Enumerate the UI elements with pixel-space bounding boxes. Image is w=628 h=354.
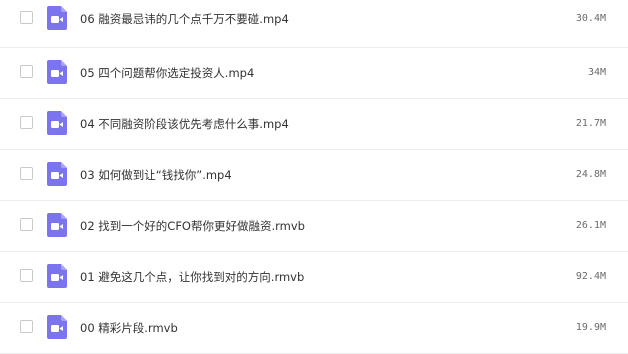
- file-checkbox[interactable]: [20, 320, 33, 333]
- file-row[interactable]: 03 如何做到让“钱找你”.mp4 24.8M: [0, 150, 628, 201]
- file-name[interactable]: 00 精彩片段.rmvb: [80, 319, 178, 337]
- file-size: 92.4M: [575, 271, 606, 282]
- file-name[interactable]: 01 避免这几个点，让你找到对的方向.rmvb: [80, 268, 304, 286]
- video-file-icon: [47, 60, 67, 84]
- video-file-icon: [47, 264, 67, 288]
- video-file-icon: [47, 315, 67, 339]
- file-name[interactable]: 05 四个问题帮你选定投资人.mp4: [80, 64, 254, 82]
- file-checkbox[interactable]: [20, 218, 33, 231]
- file-checkbox[interactable]: [20, 65, 33, 78]
- video-file-icon: [47, 6, 67, 30]
- file-row[interactable]: 05 四个问题帮你选定投资人.mp4 34M: [0, 48, 628, 99]
- file-name[interactable]: 03 如何做到让“钱找你”.mp4: [80, 166, 232, 184]
- file-checkbox[interactable]: [20, 269, 33, 282]
- file-checkbox[interactable]: [20, 116, 33, 129]
- file-row[interactable]: 01 避免这几个点，让你找到对的方向.rmvb 92.4M: [0, 252, 628, 303]
- file-name[interactable]: 06 融资最忌讳的几个点千万不要碰.mp4: [80, 10, 289, 28]
- video-file-icon: [47, 111, 67, 135]
- file-size: 24.8M: [575, 169, 606, 180]
- file-size: 21.7M: [575, 118, 606, 129]
- file-row[interactable]: 06 融资最忌讳的几个点千万不要碰.mp4 30.4M: [0, 0, 628, 48]
- file-row[interactable]: 04 不同融资阶段该优先考虑什么事.mp4 21.7M: [0, 99, 628, 150]
- file-name[interactable]: 02 找到一个好的CFO帮你更好做融资.rmvb: [80, 217, 305, 235]
- file-size: 26.1M: [575, 220, 606, 231]
- file-row[interactable]: 00 精彩片段.rmvb 19.9M: [0, 303, 628, 354]
- file-name[interactable]: 04 不同融资阶段该优先考虑什么事.mp4: [80, 115, 289, 133]
- file-row[interactable]: 02 找到一个好的CFO帮你更好做融资.rmvb 26.1M: [0, 201, 628, 252]
- file-size: 34M: [587, 67, 606, 78]
- file-size: 19.9M: [575, 322, 606, 333]
- video-file-icon: [47, 162, 67, 186]
- file-checkbox[interactable]: [20, 11, 33, 24]
- file-size: 30.4M: [575, 13, 606, 24]
- file-checkbox[interactable]: [20, 167, 33, 180]
- file-list: 06 融资最忌讳的几个点千万不要碰.mp4 30.4M 05 四个问题帮你选定投…: [0, 0, 628, 354]
- video-file-icon: [47, 213, 67, 237]
